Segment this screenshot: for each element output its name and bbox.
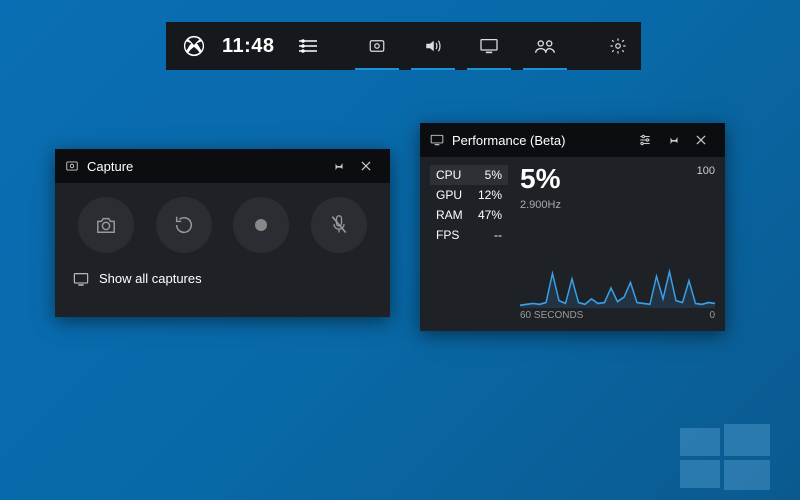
- capture-panel: Capture: [55, 149, 390, 317]
- metric-ram[interactable]: RAM 47%: [430, 205, 508, 225]
- perf-options-button[interactable]: [631, 126, 659, 154]
- close-icon: [694, 133, 708, 147]
- metric-value: 5%: [485, 168, 502, 182]
- pin-icon: [331, 159, 345, 173]
- gallery-icon: [73, 272, 89, 286]
- camera-icon: [95, 215, 117, 235]
- screenshot-button[interactable]: [78, 197, 134, 253]
- capture-widget-icon: [368, 37, 386, 55]
- monitor-icon: [430, 134, 444, 146]
- widget-menu-button[interactable]: [289, 22, 327, 70]
- cpu-chart: [520, 217, 715, 308]
- show-all-captures-label: Show all captures: [99, 271, 202, 286]
- mic-toggle-button[interactable]: [311, 197, 367, 253]
- cpu-frequency: 2.900Hz: [520, 199, 561, 211]
- pin-icon: [666, 133, 680, 147]
- people-icon: [534, 38, 556, 54]
- performance-panel: Performance (Beta) CPU 5% GPU 12: [420, 123, 725, 331]
- metric-value: --: [494, 228, 502, 242]
- xbox-logo-icon: [180, 32, 208, 60]
- capture-title: Capture: [87, 159, 133, 174]
- pin-button[interactable]: [324, 152, 352, 180]
- performance-widget-icon: [479, 38, 499, 54]
- close-button[interactable]: [352, 152, 380, 180]
- sliders-icon: [638, 133, 652, 147]
- big-percentage: 5%: [520, 165, 561, 193]
- settings-button[interactable]: [595, 22, 641, 70]
- perf-pin-button[interactable]: [659, 126, 687, 154]
- tab-performance[interactable]: [461, 22, 517, 70]
- game-bar-topbar: 11:48: [166, 22, 641, 70]
- close-icon: [359, 159, 373, 173]
- performance-chart-area: 5% 2.900Hz 100 60 SECONDS 0: [520, 165, 715, 321]
- clock: 11:48: [222, 35, 275, 58]
- performance-titlebar: Performance (Beta): [420, 123, 725, 157]
- metric-value: 12%: [478, 188, 502, 202]
- performance-title: Performance (Beta): [452, 133, 565, 148]
- y-max-label: 100: [697, 165, 715, 177]
- metric-value: 47%: [478, 208, 502, 222]
- record-last-button[interactable]: [156, 197, 212, 253]
- topbar-tabs: [349, 22, 573, 70]
- x-axis-label: 60 SECONDS: [520, 310, 583, 321]
- tab-capture[interactable]: [349, 22, 405, 70]
- metric-gpu[interactable]: GPU 12%: [430, 185, 508, 205]
- metrics-list: CPU 5% GPU 12% RAM 47% FPS --: [430, 165, 508, 321]
- metric-name: FPS: [436, 228, 459, 242]
- mic-off-icon: [329, 214, 349, 236]
- metric-name: CPU: [436, 168, 461, 182]
- speaker-icon: [423, 37, 443, 55]
- metric-cpu[interactable]: CPU 5%: [430, 165, 508, 185]
- perf-close-button[interactable]: [687, 126, 715, 154]
- capture-icon: [65, 159, 79, 173]
- windows-logo-watermark: [680, 420, 770, 490]
- start-recording-button[interactable]: [233, 197, 289, 253]
- y-min-label: 0: [709, 310, 715, 321]
- metric-fps[interactable]: FPS --: [430, 225, 508, 245]
- metric-name: RAM: [436, 208, 463, 222]
- capture-titlebar: Capture: [55, 149, 390, 183]
- gear-icon: [609, 37, 627, 55]
- record-icon: [253, 217, 269, 233]
- record-last-icon: [173, 214, 195, 236]
- tab-audio[interactable]: [405, 22, 461, 70]
- metric-name: GPU: [436, 188, 462, 202]
- capture-buttons-row: [55, 183, 390, 261]
- show-all-captures-link[interactable]: Show all captures: [55, 261, 390, 296]
- tab-xbox-social[interactable]: [517, 22, 573, 70]
